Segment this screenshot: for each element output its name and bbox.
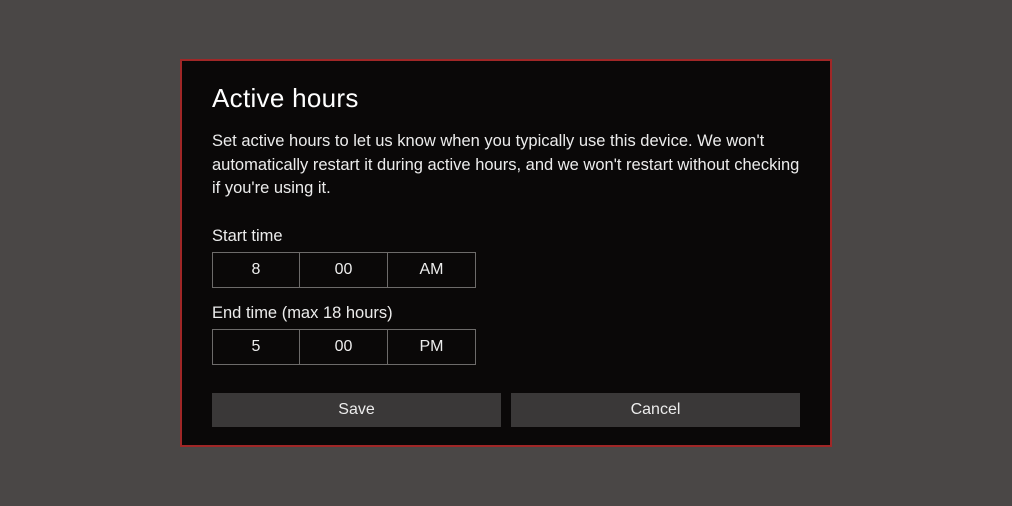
end-time-picker: 5 00 PM	[212, 329, 800, 365]
start-hour-input[interactable]: 8	[212, 252, 300, 288]
end-period-input[interactable]: PM	[388, 329, 476, 365]
start-period-input[interactable]: AM	[388, 252, 476, 288]
active-hours-dialog: Active hours Set active hours to let us …	[180, 59, 832, 447]
cancel-button[interactable]: Cancel	[511, 393, 800, 427]
start-time-picker: 8 00 AM	[212, 252, 800, 288]
dialog-buttons: Save Cancel	[212, 393, 800, 427]
start-minute-input[interactable]: 00	[300, 252, 388, 288]
end-hour-input[interactable]: 5	[212, 329, 300, 365]
start-time-label: Start time	[212, 227, 800, 246]
dialog-description: Set active hours to let us know when you…	[212, 130, 800, 201]
save-button[interactable]: Save	[212, 393, 501, 427]
dialog-title: Active hours	[212, 83, 800, 114]
end-time-label: End time (max 18 hours)	[212, 304, 800, 323]
end-minute-input[interactable]: 00	[300, 329, 388, 365]
